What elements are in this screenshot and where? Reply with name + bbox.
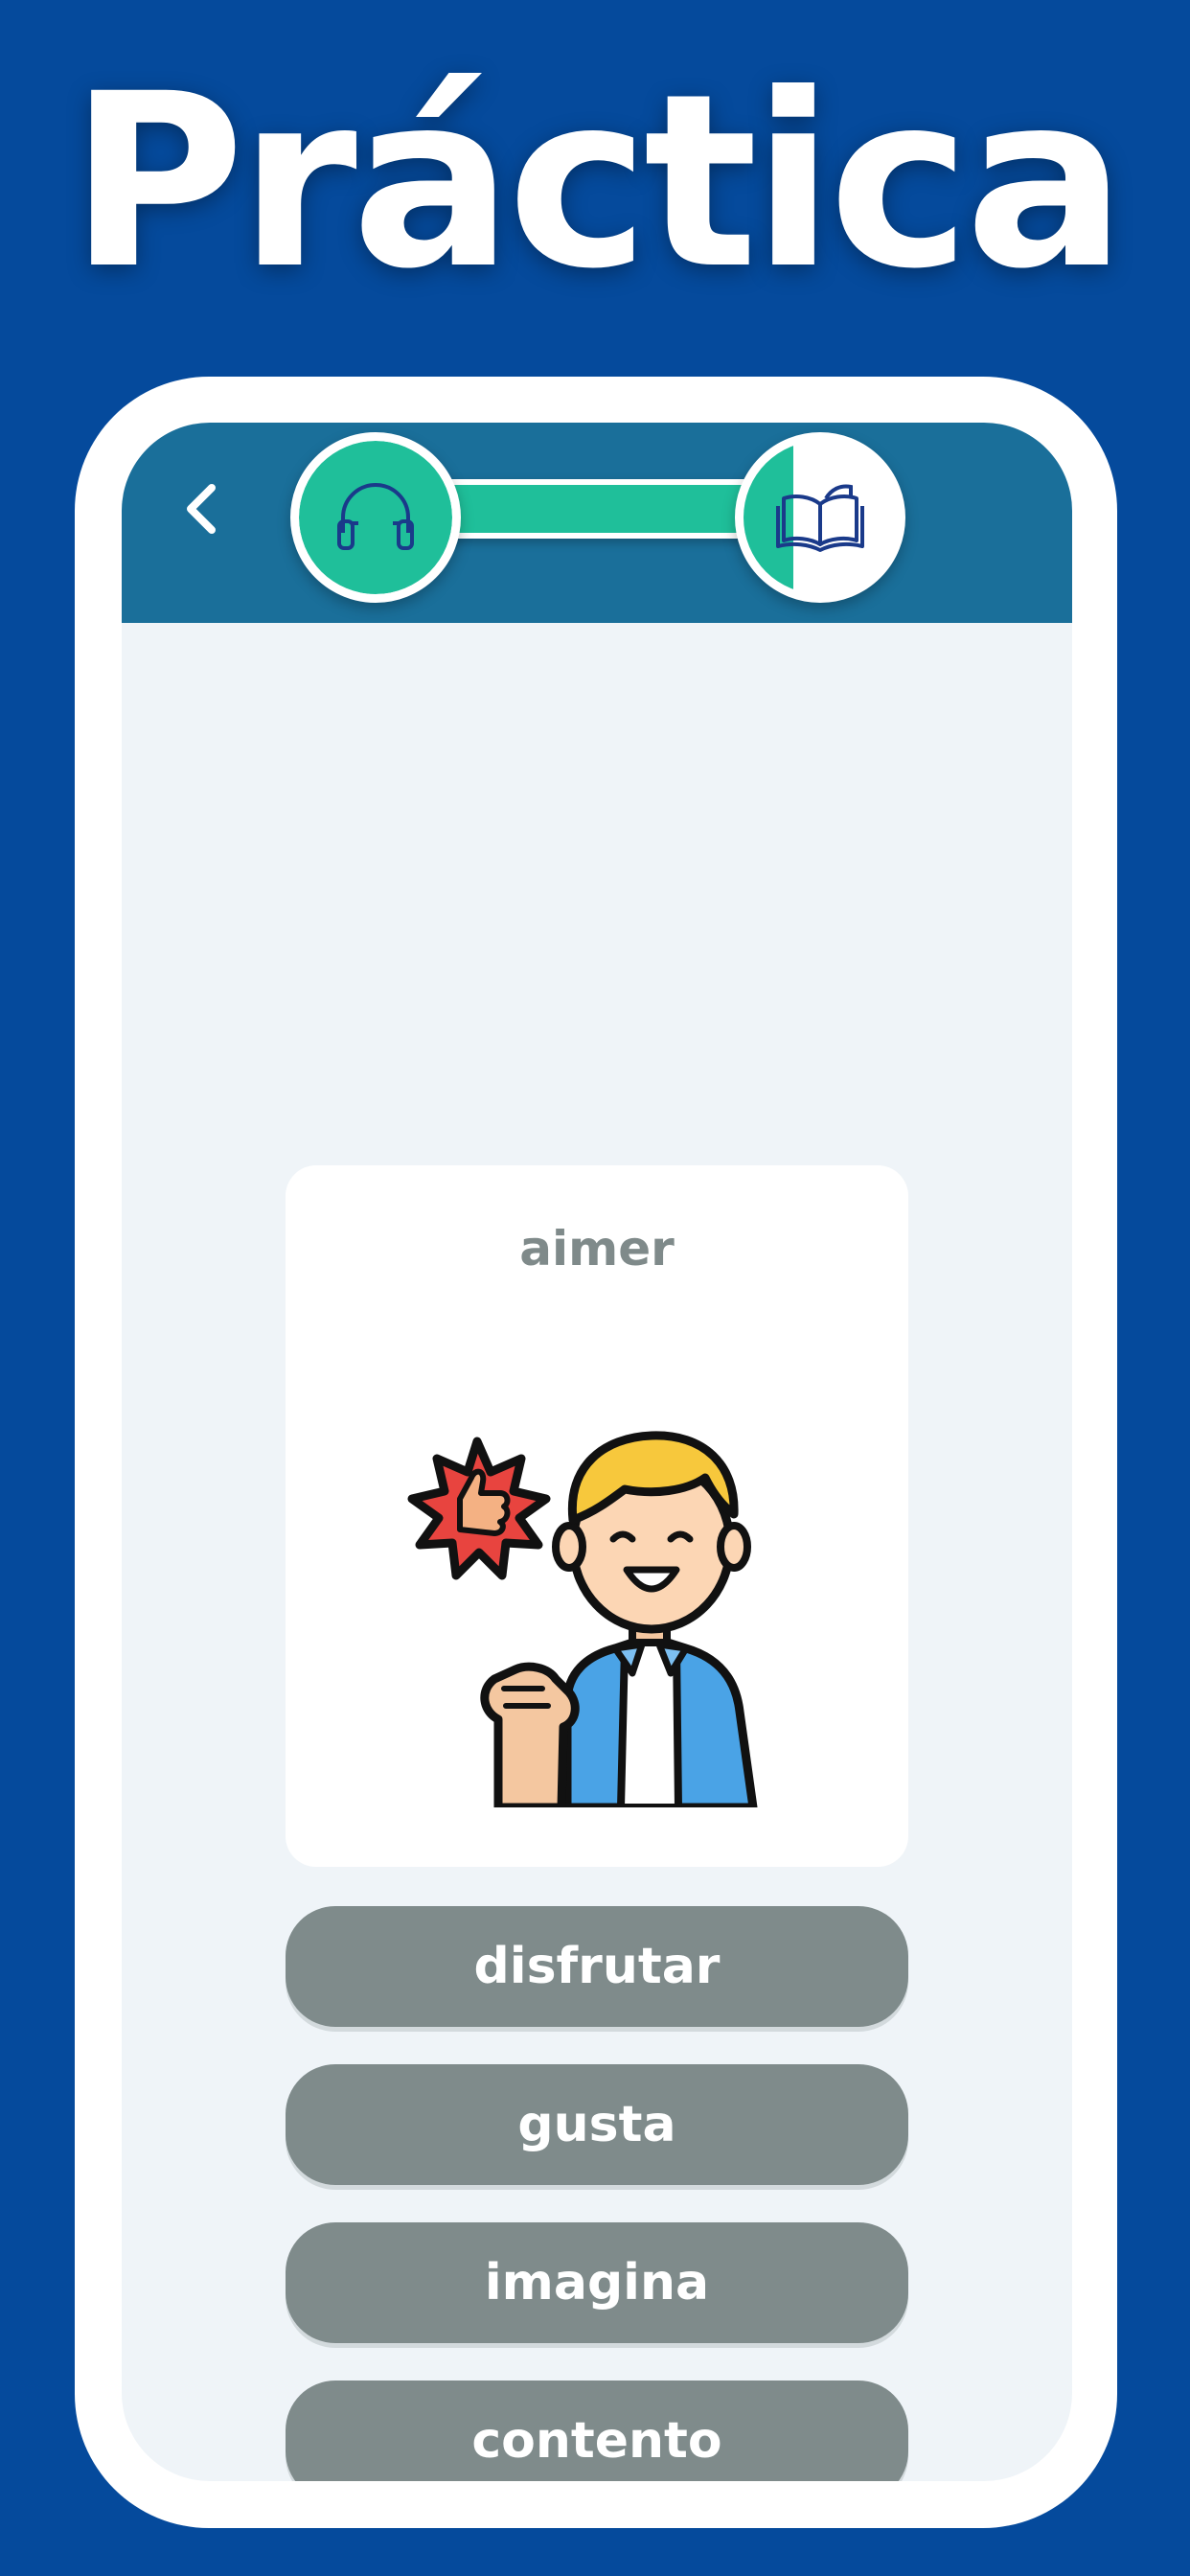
progress-node-listening <box>290 432 461 603</box>
answer-option[interactable]: disfrutar <box>286 1906 908 2027</box>
flashcard-word: aimer <box>519 1221 675 1276</box>
answer-option[interactable]: imagina <box>286 2222 908 2343</box>
answer-option[interactable]: contento <box>286 2380 908 2481</box>
person-thumbs-up-illustration <box>407 1431 758 1807</box>
chevron-left-icon <box>187 484 216 534</box>
answer-option[interactable]: gusta <box>286 2064 908 2185</box>
app-screen: aimer disfrutar gusta imagina contento <box>122 423 1072 2481</box>
open-book-icon <box>776 484 864 552</box>
promo-headline: Práctica <box>69 42 1127 321</box>
phone-frame: aimer disfrutar gusta imagina contento <box>75 377 1117 2528</box>
flashcard: aimer <box>286 1165 908 1867</box>
headphones-icon <box>337 483 414 550</box>
app-header <box>122 423 1072 623</box>
back-button[interactable] <box>170 471 237 547</box>
progress-node-reading <box>735 432 905 603</box>
